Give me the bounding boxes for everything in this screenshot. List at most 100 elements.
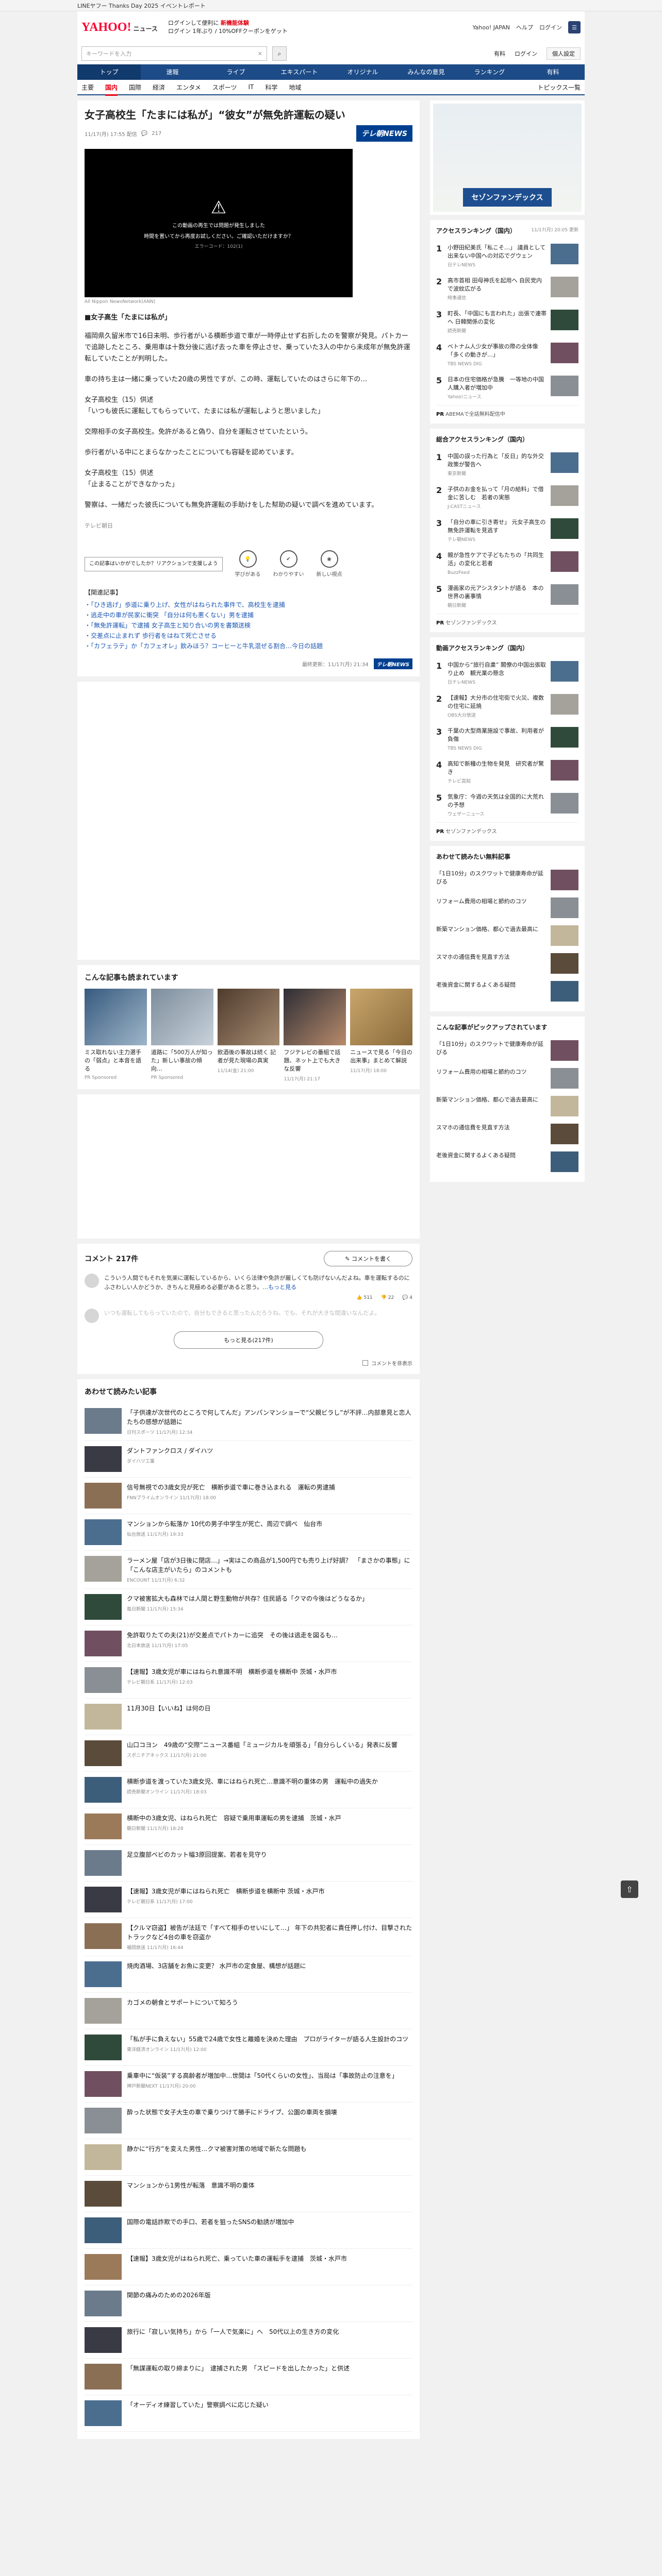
source-logo[interactable]: テレ朝NEWS [356, 125, 412, 142]
feed-item[interactable]: マンションから1男性が転落 意識不明の重体 [85, 2176, 412, 2212]
recommend-item[interactable]: 道路に「500万人が知った」新しい事故の傾向… PR Sponsored [151, 989, 213, 1082]
tab-science[interactable]: 科学 [265, 83, 277, 92]
related-link[interactable]: ・「ひき逃げ」歩道に乗り上げ、女性がはねられた事件で、高校生を逮捕 [85, 600, 412, 610]
feed-item[interactable]: 免許取りたての夫(21)が交差点でパトカーに追突 その後は逃走を図るも… 北日本放… [85, 1625, 412, 1662]
sidebar-article[interactable]: リフォーム費用の相場と節約のコツ [436, 894, 578, 922]
related-link[interactable]: ・逃走中の車が民家に衝突 「自分は何も悪くない」男を逮捕 [85, 610, 412, 620]
checkbox-box[interactable] [362, 1360, 368, 1366]
related-link[interactable]: ・「カフェラテ」か「カフェオレ」飲みほう？コーヒーと牛乳混ぜる割合…今日の話題 [85, 641, 412, 651]
tab-entertainment[interactable]: エンタメ [176, 83, 201, 92]
ranking-item[interactable]: 5 漫画家の元アシスタントが語る 本の世界の裏事情 朝日新聞 [436, 581, 578, 614]
related-link[interactable]: ・「無免許運転」で逮捕 女子高生と知り合いの男を書類送検 [85, 620, 412, 631]
ranking-item[interactable]: 2 高市首相 田母神氏を起用へ 自民党内で波紋広がる 時事通信 [436, 273, 578, 306]
recommend-item[interactable]: 飲酒後の事故は続く 記者が見た現場の真実 11/14(金) 21:00 [217, 989, 280, 1082]
header-link-help[interactable]: ヘルプ [516, 23, 533, 31]
feed-item[interactable]: 山口コヨン 49歳の“交際”ニュース番組「ミュージカルを頑張る」「自分らしくいる… [85, 1735, 412, 1772]
sidebar-article[interactable]: 「1日10分」のスクワットで健康寿命が延びる [436, 866, 578, 894]
ranking-item[interactable]: 4 親が急性ケアで子どもたちの「共同生活」の変化と若者 BuzzFeed [436, 548, 578, 581]
feed-item[interactable]: 信号無視での3歳女児が死亡 横断歩道で車に巻き込まれる 運転の男逮捕 FNNプライ… [85, 1478, 412, 1514]
close-icon[interactable]: ✕ [258, 50, 262, 57]
feed-item[interactable]: 旅行に「寂しい気持ち」から「一人で気楽に」へ 50代以上の生き方の変化 [85, 2322, 412, 2359]
recommend-item[interactable]: フジテレビの番組で話題、ネット上でも大きな反響 11/17(月) 21:17 [284, 989, 346, 1082]
sidebar-article[interactable]: 新築マンション価格、都心で過去最高に [436, 1092, 578, 1120]
nav-main-expert[interactable]: エキスパート [268, 64, 331, 80]
nav-main-flash[interactable]: 速報 [141, 64, 204, 80]
ranking-item[interactable]: 3 町長、「中国にも言われた」出張で連帯へ 日韓関係の変化 読売新聞 [436, 306, 578, 339]
avatar[interactable] [85, 1274, 99, 1288]
feed-item[interactable]: 横断中の3歳女児、はねられ死亡 容疑で乗用車運転の男を逮捕 茨城・水戸 朝日新聞 … [85, 1808, 412, 1845]
feed-item[interactable]: 横断歩道を渡っていた3歳女児、車にはねられ死亡…意識不明の重体の男 運転中の過失… [85, 1772, 412, 1808]
feed-item[interactable]: 乗車中に“仮装”する高齢者が増加中…世間は「50代くらいの女性」、当局は「事故防… [85, 2066, 412, 2103]
reply-button[interactable]: 💬 4 [402, 1295, 412, 1300]
sidebar-article[interactable]: リフォーム費用の相場と節約のコツ [436, 1064, 578, 1092]
nav-main-ranking[interactable]: ランキング [458, 64, 521, 80]
ranking-item[interactable]: 1 中国から“旅行自粛” 閣僚の中国出張取り止め 観光業の懸念 日テレNEWS [436, 657, 578, 690]
tab-economy[interactable]: 経済 [153, 83, 165, 92]
pr-row[interactable]: PR セゾンファンデックス [436, 614, 578, 626]
tab-local[interactable]: 地域 [289, 83, 301, 92]
nav-main-paid[interactable]: 有料 [521, 64, 585, 80]
feed-item[interactable]: 「オーディオ練習していた」警察調べに応じた疑い [85, 2395, 412, 2432]
promo-bar[interactable]: LINEヤフー Thanks Day 2025 イベントレポート [0, 0, 662, 11]
tab-major[interactable]: 主要 [81, 83, 94, 92]
feed-item[interactable]: 【クルマ窃盗】被告が法廷で「すべて相手のせいにして…」 年下の共犯者に責任押し付… [85, 1918, 412, 1956]
promo-text[interactable]: LINEヤフー Thanks Day 2025 イベントレポート [77, 2, 206, 10]
ad-item[interactable]: ダントファンクロス / ダイハツ ダイハツ工業 [85, 1441, 412, 1478]
pr-row[interactable]: PR セゾンファンデックス [436, 822, 578, 835]
ranking-item[interactable]: 2 子供のお金を払って「月の給料」で借金に苦しむ 若者の実態 J-CASTニュース [436, 482, 578, 515]
source-logo-small[interactable]: テレ朝NEWS [373, 658, 412, 669]
nav-main-top[interactable]: トップ [77, 64, 141, 80]
sidebar-ad[interactable]: セゾンファンデックス [430, 100, 585, 215]
feed-item[interactable]: ラーメン屋「店が3日後に閉店…」→実はこの商品が1,500円でも売り上げ好調？ … [85, 1551, 412, 1589]
pr-row[interactable]: PR ABEMAで全話無料配信中 [436, 405, 578, 417]
sidebar-article[interactable]: スマホの通信費を見直す方法 [436, 950, 578, 977]
reaction-learn[interactable]: 💡 学びがある [235, 550, 261, 578]
feed-item[interactable]: マンションから転落か 10代の男子中学生が死亡、周辺で調べ 仙台市 仙台放送 11… [85, 1514, 412, 1551]
ranking-item[interactable]: 5 日本の住宅価格が急騰 一等地の中国人購入者が増加中 Yahoo!ニュース [436, 372, 578, 405]
ranking-item[interactable]: 3 千葉の大型商業施設で事故、利用者が負傷 TBS NEWS DIG [436, 723, 578, 756]
recommend-item[interactable]: ミス取れない主力選手の「弱点」と本音を語る PR Sponsored [85, 989, 147, 1082]
nav-main-original[interactable]: オリジナル [331, 64, 394, 80]
topics-list-link[interactable]: トピックス一覧 [537, 83, 581, 92]
like-button[interactable]: 👍 511 [356, 1295, 372, 1300]
ranking-item[interactable]: 2 【速報】大分市の住宅街で火災、複数の住宅に延焼 OBS大分放送 [436, 690, 578, 723]
ranking-item[interactable]: 1 中国の誤った行為と「反日」的な外交政策が警告へ 東京新聞 [436, 449, 578, 482]
comment-count[interactable]: 217 [152, 131, 161, 137]
feed-item[interactable]: 国際の電話詐欺での手口、若者を狙ったSNSの勧誘が増加中 [85, 2212, 412, 2249]
ad-item[interactable]: 静かに“行方”を変えた男性…クマ被害対策の地域で新たな問題も [85, 2139, 412, 2176]
login-promo[interactable]: ログインして便利に 新機能体験 ログイン 1年ぶり / 10%OFFクーポンをゲ… [168, 19, 288, 36]
comment-icon[interactable]: 💬 [141, 131, 147, 137]
tab-international[interactable]: 国際 [129, 83, 141, 92]
feed-item[interactable]: 【速報】3歳女児が車にはねられ意識不明 横断歩道を横断中 茨城・水戸市 テレビ朝日… [85, 1662, 412, 1699]
feed-item[interactable]: クマ被害拡大も森林では人間と野生動物が共存？住民語る「クマの今後はどうなるか」毎… [85, 1589, 412, 1625]
tab-it[interactable]: IT [248, 83, 254, 91]
ad-item[interactable]: 足立腹部ベビのカット幅3原回提案、若者を見守り [85, 1845, 412, 1882]
nav-main-opinion[interactable]: みんなの意見 [394, 64, 458, 80]
ad-item[interactable]: 11月30日【いいね】は何の日 [85, 1699, 412, 1735]
sidebar-article[interactable]: スマホの通信費を見直す方法 [436, 1120, 578, 1148]
search-right-login[interactable]: ログイン [515, 49, 537, 58]
search-button[interactable]: ⌕ [272, 46, 287, 61]
write-comment-button[interactable]: ✎ コメントを書く [324, 1251, 412, 1266]
ranking-item[interactable]: 4 ベトナム人少女が事故の際の全体像「多くの動きが…」 TBS NEWS DIG [436, 339, 578, 372]
tab-domestic[interactable]: 国内 [105, 83, 118, 96]
sidebar-article[interactable]: 老後資金に関するよくある疑問 [436, 977, 578, 1005]
search-right-paid[interactable]: 有料 [494, 49, 505, 58]
feed-item[interactable]: 「子供達が次世代のところで何してんだ」アンパンマンショーで“父親ビラし”が不評…… [85, 1403, 412, 1441]
feed-item[interactable]: 「無謀運転の取り締まりに」 逮捕された男 「スピードを出したかった」と供述 [85, 2359, 412, 2395]
nav-main-live[interactable]: ライブ [204, 64, 268, 80]
settings-button[interactable]: 個人設定 [547, 47, 581, 60]
ranking-item[interactable]: 3 「自分の車に引き寄せ」 元女子高生の無免許運転を見逃す テレ朝NEWS [436, 515, 578, 548]
sidebar-article[interactable]: 新築マンション価格、都心で過去最高に [436, 922, 578, 950]
ad-item[interactable]: 関節の痛みのための2026年版 [85, 2285, 412, 2322]
menu-icon[interactable]: ☰ [568, 21, 581, 33]
hide-comments-checkbox[interactable]: コメントを非表示 [85, 1359, 412, 1367]
comment-more-link[interactable]: …もっと見る [262, 1284, 296, 1291]
more-comments-button[interactable]: もっと見る(217件) [174, 1331, 323, 1349]
related-link[interactable]: ・交差点に止まれず 歩行者をはねて死亡させる [85, 631, 412, 641]
feed-item[interactable]: 【速報】3歳女児がはねられ死亡、乗っていた車の運転手を逮捕 茨城・水戸市 [85, 2249, 412, 2285]
feed-item[interactable]: 【速報】3歳女児が車にはねられ死亡 横断歩道を横断中 茨城・水戸市 テレビ朝日系 … [85, 1882, 412, 1918]
scroll-top-icon[interactable]: ⇧ [621, 1880, 638, 1898]
header-link-login[interactable]: ログイン [539, 23, 562, 31]
reaction-clear[interactable]: ✔ わかりやすい [273, 550, 304, 578]
